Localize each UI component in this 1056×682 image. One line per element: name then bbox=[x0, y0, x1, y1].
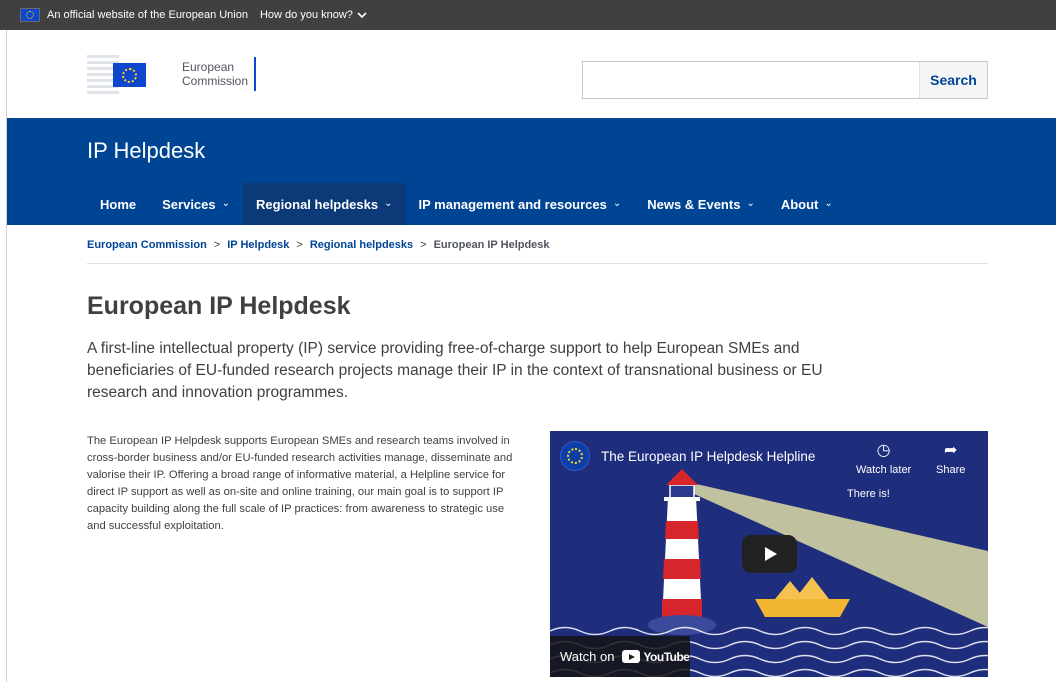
page-lead: A first-line intellectual property (IP) … bbox=[87, 340, 823, 401]
video-title[interactable]: The European IP Helpdesk Helpline bbox=[601, 449, 815, 464]
site-title[interactable]: IP Helpdesk bbox=[87, 138, 205, 164]
breadcrumb-separator: > bbox=[420, 239, 427, 251]
search-input[interactable] bbox=[583, 62, 919, 98]
search-form: Search bbox=[582, 61, 988, 99]
site-banner: IP Helpdesk Home Services ⌄ Regional hel… bbox=[7, 118, 1056, 225]
page-title: European IP Helpdesk bbox=[87, 292, 351, 320]
site-header: European Commission Search bbox=[7, 30, 1056, 118]
chevron-down-icon: ⌄ bbox=[221, 197, 231, 209]
nav-item-label: News & Events bbox=[647, 196, 741, 212]
nav-item-ip-management[interactable]: IP management and resources ⌄ bbox=[406, 183, 635, 225]
nav-item-about[interactable]: About ⌄ bbox=[768, 183, 846, 225]
logo-wordmark: European Commission bbox=[182, 60, 248, 88]
search-button[interactable]: Search bbox=[919, 62, 987, 98]
breadcrumb-link-ip-helpdesk[interactable]: IP Helpdesk bbox=[227, 239, 289, 251]
breadcrumb: European Commission > IP Helpdesk > Regi… bbox=[87, 239, 550, 251]
logo-line2: Commission bbox=[182, 74, 249, 88]
channel-avatar[interactable] bbox=[560, 441, 590, 471]
eu-official-bar: An official website of the European Unio… bbox=[0, 0, 1056, 30]
nav-item-label: Services bbox=[162, 196, 216, 212]
nav-item-label: About bbox=[780, 196, 819, 212]
how-do-you-know-toggle[interactable]: How do you know? bbox=[260, 9, 367, 21]
youtube-wordmark: YouTube bbox=[643, 649, 690, 664]
eu-flag-icon bbox=[113, 63, 146, 87]
youtube-play-icon bbox=[622, 650, 641, 663]
nav-item-regional-helpdesks[interactable]: Regional helpdesks ⌄ bbox=[243, 183, 406, 225]
breadcrumb-divider bbox=[87, 263, 988, 264]
nav-item-label: Regional helpdesks bbox=[256, 196, 379, 212]
watch-later-label: Watch later bbox=[856, 464, 912, 476]
watch-on-youtube-button[interactable]: Watch on YouTube bbox=[550, 636, 690, 677]
european-commission-logo[interactable]: European Commission bbox=[87, 49, 267, 99]
chevron-down-icon: ⌄ bbox=[824, 197, 833, 209]
youtube-video-embed[interactable]: The European IP Helpdesk Helpline ◷ Watc… bbox=[550, 431, 988, 677]
breadcrumb-current: European IP Helpdesk bbox=[433, 239, 550, 251]
official-website-text: An official website of the European Unio… bbox=[47, 9, 248, 21]
video-caption-text: There is! bbox=[847, 488, 890, 500]
breadcrumb-link-regional-helpdesks[interactable]: Regional helpdesks bbox=[310, 239, 413, 251]
nav-item-services[interactable]: Services ⌄ bbox=[149, 183, 243, 225]
watch-later-button[interactable]: ◷ Watch later bbox=[856, 442, 911, 476]
chevron-down-icon: ⌄ bbox=[746, 197, 755, 209]
clock-icon: ◷ bbox=[876, 442, 891, 459]
nav-item-home[interactable]: Home bbox=[87, 183, 149, 225]
chevron-down-icon: ⌄ bbox=[612, 197, 622, 209]
nav-item-label: IP management and resources bbox=[418, 196, 607, 212]
share-button[interactable]: ➦ Share bbox=[936, 442, 965, 476]
breadcrumb-separator: > bbox=[213, 239, 221, 251]
nav-item-label: Home bbox=[100, 196, 137, 212]
play-button[interactable] bbox=[742, 535, 797, 573]
nav-item-news-events[interactable]: News & Events ⌄ bbox=[634, 183, 768, 225]
ec-logo-graphic bbox=[87, 51, 149, 97]
breadcrumb-link-european-commission[interactable]: European Commission bbox=[87, 239, 207, 251]
youtube-logo: YouTube bbox=[622, 649, 690, 664]
share-label: Share bbox=[936, 464, 966, 476]
main-navigation: Home Services ⌄ Regional helpdesks ⌄ IP … bbox=[87, 183, 846, 225]
play-icon bbox=[765, 547, 777, 561]
share-arrow-icon: ➦ bbox=[943, 442, 958, 459]
watch-on-label: Watch on bbox=[560, 649, 615, 664]
breadcrumb-separator: > bbox=[296, 239, 303, 251]
logo-divider bbox=[254, 57, 257, 91]
page-body-text: The European IP Helpdesk supports Europe… bbox=[87, 435, 513, 533]
chevron-down-icon bbox=[357, 12, 367, 19]
chevron-down-icon: ⌄ bbox=[384, 197, 393, 209]
eu-flag-icon bbox=[20, 8, 40, 22]
how-do-you-know-label: How do you know? bbox=[259, 9, 353, 21]
logo-line1: European bbox=[182, 60, 235, 74]
